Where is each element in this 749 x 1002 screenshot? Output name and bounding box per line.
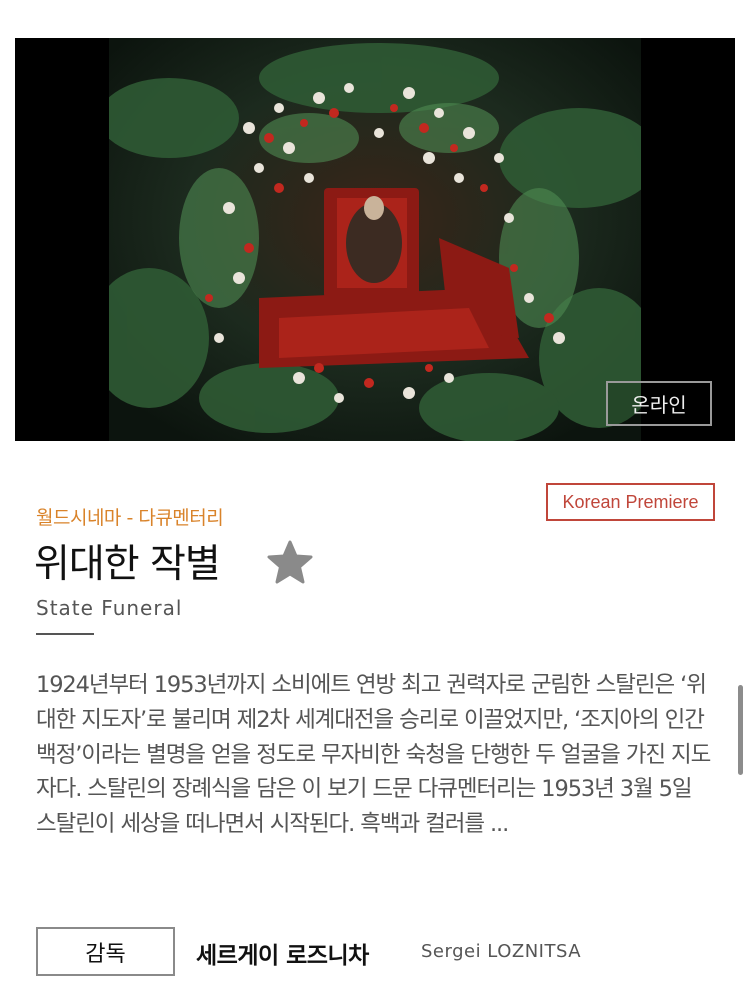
film-english-title: State Funeral — [36, 596, 183, 620]
film-title: 위대한 작별 — [34, 542, 221, 587]
online-badge: 온라인 — [606, 381, 712, 426]
scrollbar-thumb[interactable] — [738, 685, 743, 775]
director-name-korean[interactable]: 세르게이 로즈니차 — [196, 936, 369, 970]
film-description: 1924년부터 1953년까지 소비에트 연방 최고 권력자로 군림한 스탈린은… — [36, 672, 711, 838]
film-still-container[interactable]: 온라인 — [15, 38, 735, 441]
title-divider — [36, 633, 94, 635]
director-name-english: Sergei LOZNITSA — [421, 941, 582, 962]
film-still-image — [109, 38, 641, 441]
premiere-badge: Korean Premiere — [546, 483, 715, 521]
star-icon[interactable] — [265, 538, 315, 588]
director-label: 감독 — [36, 927, 175, 976]
film-category[interactable]: 월드시네마 - 다큐멘터리 — [36, 503, 224, 530]
